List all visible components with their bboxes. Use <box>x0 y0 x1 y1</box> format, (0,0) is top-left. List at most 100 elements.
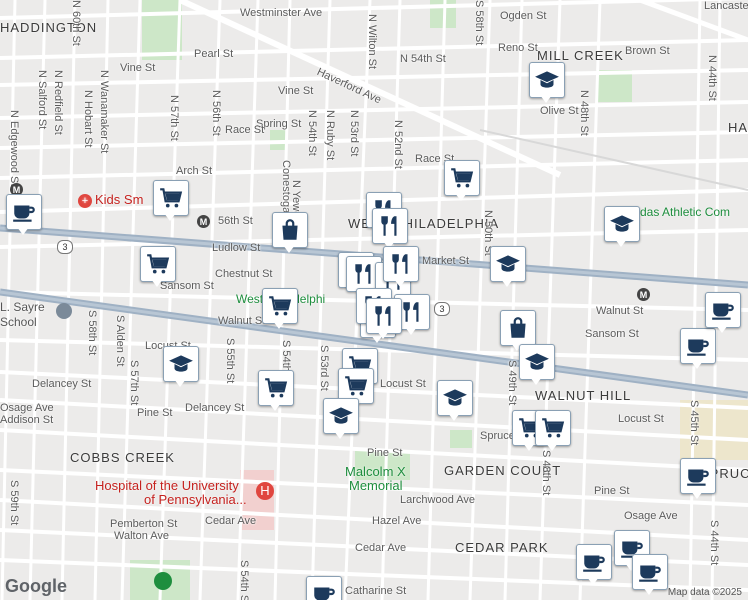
street-label: Vine St <box>120 62 156 74</box>
coffee-icon <box>576 544 612 580</box>
pin-tip <box>377 331 389 339</box>
map-pin-school[interactable] <box>604 206 640 250</box>
map-pin-grocery[interactable] <box>262 288 298 332</box>
map-pin-coffee[interactable] <box>632 554 668 598</box>
coffee-icon <box>680 458 716 494</box>
map-pin-coffee[interactable] <box>680 458 716 502</box>
area-label-cedar-park: CEDAR PARK <box>455 540 549 555</box>
area-label-cobbs-creek: COBBS CREEK <box>70 450 175 465</box>
street-label: N 57th St <box>168 95 180 141</box>
street-label: Catharine St <box>345 585 407 597</box>
pin-tip <box>174 379 186 387</box>
map-pin-grocery[interactable] <box>258 370 294 414</box>
street-label: Cedar Ave <box>355 542 407 554</box>
street-label: Addison St <box>0 414 54 426</box>
street-label: Pine St <box>594 485 630 497</box>
poi-label-malcolm-2[interactable]: Memorial <box>349 478 402 493</box>
street-label: S 54th St <box>238 560 250 600</box>
poi-label-hospital-2[interactable]: of Pennsylvania... <box>144 492 247 507</box>
metro-icon[interactable]: M <box>197 215 210 228</box>
street-label: S 57th St <box>128 360 140 406</box>
school-icon <box>56 303 72 319</box>
street-label: N Ruby St <box>324 110 336 161</box>
street-label: Delancey St <box>32 378 92 390</box>
school-icon <box>163 346 199 382</box>
pin-tip <box>151 279 163 287</box>
coffee-icon <box>632 554 668 590</box>
pin-tip <box>615 239 627 247</box>
street-label: N 53rd St <box>348 110 360 157</box>
map-canvas[interactable]: HADDINGTON MILL CREEK HA COBBS CREEK WAL… <box>0 0 748 600</box>
map-pin-coffee[interactable] <box>306 576 342 600</box>
pin-tip <box>269 403 281 411</box>
map-pin-grocery[interactable] <box>535 410 571 454</box>
map-pin-grocery[interactable] <box>153 180 189 224</box>
street-label: N 48th St <box>578 90 590 136</box>
street-label: S 53rd St <box>318 345 330 391</box>
poi-label-sayre[interactable]: L. Sayre <box>0 300 45 314</box>
map-pin-school[interactable] <box>323 398 359 442</box>
street-label: S 58th St <box>473 0 485 46</box>
street-label: Larchwood Ave <box>400 494 476 506</box>
pin-tip <box>691 491 703 499</box>
pin-tip <box>164 213 176 221</box>
map-pin-school[interactable] <box>437 380 473 424</box>
street-label: Westminster Ave <box>240 7 323 19</box>
hospital-icon: H <box>256 482 274 500</box>
street-label: N 56th St <box>210 90 222 136</box>
map-pin-coffee[interactable] <box>576 544 612 588</box>
street-label: Market St <box>422 255 470 267</box>
street-label: Sansom St <box>585 328 639 340</box>
metro-icon[interactable]: M <box>637 288 650 301</box>
street-label: Osage Ave <box>0 402 54 414</box>
area-label-haddington: HADDINGTON <box>0 20 98 35</box>
coffee-icon <box>705 292 741 328</box>
shopping-icon <box>500 310 536 346</box>
street-label: Osage Ave <box>624 510 678 522</box>
map-pin-coffee[interactable] <box>6 194 42 238</box>
street-label: Walnut St <box>218 315 266 327</box>
map-pin-shopping[interactable] <box>272 212 308 256</box>
grocery-icon <box>444 160 480 196</box>
restaurant-icon <box>366 298 402 334</box>
street-label: Pearl St <box>194 48 234 60</box>
map-pin-coffee[interactable] <box>705 292 741 336</box>
shopping-icon <box>272 212 308 248</box>
street-label: S 44th St <box>708 520 720 566</box>
street-label: S 49th St <box>506 360 518 406</box>
poi-label-hospital[interactable]: Hospital of the University <box>95 478 239 493</box>
poi-label-sayre-school[interactable]: School <box>0 315 37 329</box>
pin-tip <box>587 577 599 585</box>
map-pin-school[interactable] <box>490 246 526 290</box>
pin-tip <box>394 279 406 287</box>
grocery-icon <box>262 288 298 324</box>
google-logo: Google <box>5 576 67 596</box>
poi-label-athletic[interactable]: das Athletic Com <box>640 205 730 219</box>
map-pin-grocery[interactable] <box>140 246 176 290</box>
coffee-icon <box>306 576 342 600</box>
map-pin-grocery[interactable] <box>444 160 480 204</box>
street-label: S Alden St <box>114 315 126 367</box>
street-label: Ludlow St <box>212 242 261 254</box>
poi-text: Kids Sm <box>95 192 144 207</box>
map-pin-school[interactable] <box>529 62 565 106</box>
pin-tip <box>405 327 417 335</box>
pin-tip <box>273 321 285 329</box>
street-label: N Redfield St <box>52 70 64 135</box>
grocery-icon <box>140 246 176 282</box>
park-icon <box>154 572 172 590</box>
poi-label-kids-smile[interactable]: + Kids Sm <box>78 192 143 208</box>
pin-tip <box>334 431 346 439</box>
street-label: N Wilton St <box>366 14 378 70</box>
map-pin-restaurant[interactable] <box>366 298 402 342</box>
pin-tip <box>455 193 467 201</box>
map-pin-school[interactable] <box>519 344 555 388</box>
pin-tip <box>691 361 703 369</box>
street-label: Walnut St <box>596 305 644 317</box>
school-icon <box>529 62 565 98</box>
street-label: Reno St <box>498 42 538 54</box>
map-pin-school[interactable] <box>163 346 199 390</box>
street-label: Lancaster <box>704 0 748 12</box>
map-pin-restaurant[interactable] <box>383 246 419 290</box>
poi-label-malcolm[interactable]: Malcolm X <box>345 464 406 479</box>
